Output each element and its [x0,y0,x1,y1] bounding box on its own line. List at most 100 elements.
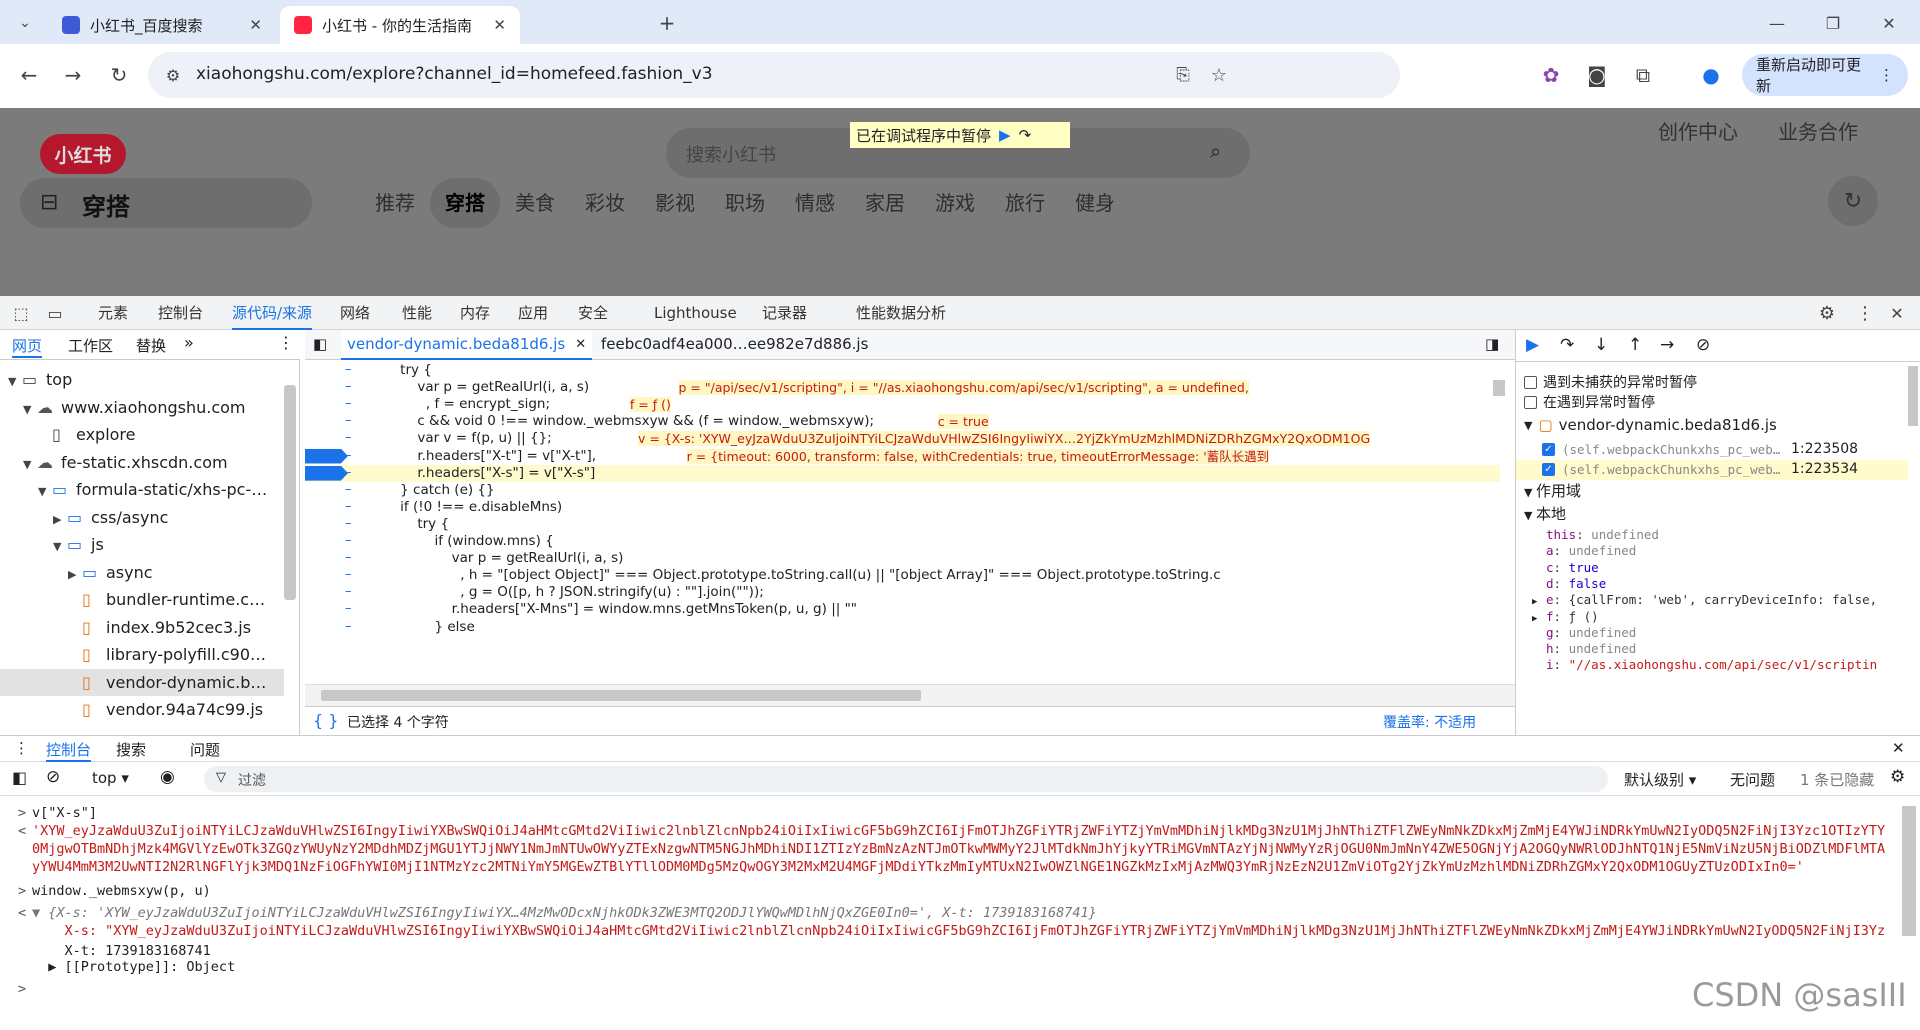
creator-center-link[interactable]: 创作中心 [1658,116,1738,145]
tree-item[interactable]: ▶ ▭ css/async [0,504,284,531]
line-gutter[interactable]: – [345,379,352,394]
deactivate-breakpoints-icon[interactable]: ⊘ [1696,335,1710,355]
scope-var[interactable]: ▶ f: ƒ () [1532,609,1908,624]
tab-search-chevron-icon[interactable]: ⌄ [10,8,40,38]
breakpoint-marker[interactable] [305,465,348,481]
extension-mask-icon[interactable]: ◙ [1580,58,1614,92]
local-scope-header[interactable]: ▼ 本地 [1524,503,1566,524]
scope-var[interactable]: a: undefined [1532,543,1908,558]
devtools-tab-9[interactable]: 记录器 [762,296,807,330]
resume-script-icon[interactable]: ▶ [1526,335,1539,355]
install-app-icon[interactable]: ⎘ [1168,60,1198,90]
resume-icon[interactable]: ▶ [999,126,1011,144]
channel-7[interactable]: 家居 [850,178,920,228]
line-gutter[interactable]: – [345,584,352,599]
line-gutter[interactable]: – [345,567,352,582]
pause-caught-option[interactable]: 在遇到异常时暂停 [1524,392,1655,412]
channel-2[interactable]: 美食 [500,178,570,228]
browser-tab-xiaohongshu[interactable]: 小红书 - 你的生活指南 ✕ [280,6,520,44]
code-hscroll-track[interactable] [305,684,1515,706]
devtools-tab-8[interactable]: Lighthouse [654,296,737,330]
extension-color-icon[interactable]: ✿ [1534,58,1568,92]
channel-10[interactable]: 健身 [1060,178,1130,228]
device-toggle-icon[interactable]: ▭ [42,300,68,326]
live-expression-eye-icon[interactable]: ◉ [160,767,175,787]
search-icon[interactable]: ⌕ [1210,139,1221,163]
line-gutter[interactable]: – [345,499,352,514]
line-gutter[interactable]: – [345,619,352,634]
console-settings-icon[interactable]: ⚙ [1890,767,1905,787]
code-area[interactable]: – try {– var p = getRealUrl(i, a, s) p = … [305,362,1500,702]
scope-var[interactable]: this: undefined [1532,527,1908,542]
browser-tab-baidu[interactable]: 小红书_百度搜索 ✕ [48,6,276,44]
scope-var[interactable]: h: undefined [1532,641,1908,656]
scope-var[interactable]: d: false [1532,576,1908,591]
tree-item[interactable]: ▯ explore [0,421,284,448]
navigator-menu-icon[interactable]: ⋮ [278,333,294,352]
scope-var[interactable]: i: "//as.xiaohongshu.com/api/sec/v1/scri… [1532,657,1908,672]
drawer-close-icon[interactable]: ✕ [1892,739,1905,757]
line-gutter[interactable]: – [345,430,352,445]
devtools-close-icon[interactable]: ✕ [1884,300,1910,326]
breakpoint-row[interactable]: ✓ (self.webpackChunkxhs_pc_web… 1:223534 [1516,460,1908,480]
sidebar-scrollbar[interactable] [1908,366,1918,426]
address-bar[interactable]: ⚙ xiaohongshu.com/explore?channel_id=hom… [148,52,1400,98]
line-gutter[interactable]: – [345,482,352,497]
console-scrollbar[interactable] [1902,806,1916,936]
breakpoint-marker[interactable] [305,448,348,464]
business-link[interactable]: 业务合作 [1778,116,1858,145]
step-icon[interactable]: → [1660,335,1674,355]
expand-icon[interactable]: ▶ [1532,597,1546,607]
coverage-status[interactable]: 覆盖率: 不适用 [1383,712,1476,732]
inspect-icon[interactable]: ⬚ [8,300,34,326]
tree-item[interactable]: ▯ vendor.94a74c99.js [0,696,284,723]
checkbox-unchecked[interactable] [1524,375,1537,389]
channel-0[interactable]: 推荐 [360,178,430,228]
tree-arrow-icon[interactable]: ▼ [38,478,52,505]
site-logo[interactable]: 小红书 [40,134,126,174]
tree-arrow-icon[interactable]: ▼ [8,368,22,395]
sidebar-toggle-icon[interactable]: ◧ [12,768,27,787]
line-gutter[interactable]: – [345,516,352,531]
tab-overrides[interactable]: 替换 [136,335,166,356]
refresh-feed-icon[interactable]: ↻ [1828,176,1878,226]
forward-icon[interactable]: → [56,58,90,92]
code-vscroll[interactable] [1493,380,1505,396]
line-gutter[interactable]: – [345,533,352,548]
tree-arrow-icon[interactable]: ▶ [53,506,67,533]
toggle-navigator-icon[interactable]: ◧ [313,335,327,353]
tab-close-icon[interactable]: ✕ [249,16,262,34]
breakpoint-row[interactable]: ✓ (self.webpackChunkxhs_pc_web… 1:223508 [1516,440,1908,460]
devtools-more-icon[interactable]: ⋮ [1852,300,1878,326]
tab-page[interactable]: 网页 [12,335,43,358]
line-gutter[interactable]: – [345,550,352,565]
tree-arrow-icon[interactable]: ▼ [23,396,37,423]
code-hscroll-thumb[interactable] [321,690,921,701]
devtools-tab-0[interactable]: 元素 [98,296,128,330]
extensions-puzzle-icon[interactable]: ⧉ [1626,58,1660,92]
restore-icon[interactable]: ❐ [1818,8,1848,38]
line-gutter[interactable]: – [345,601,352,616]
channel-3[interactable]: 彩妆 [570,178,640,228]
channel-8[interactable]: 游戏 [920,178,990,228]
reload-icon[interactable]: ↻ [102,58,136,92]
clear-console-icon[interactable]: ⊘ [46,767,60,787]
issues-count[interactable]: 无问题 [1730,769,1775,790]
tree-item[interactable]: ▼ ▭ top [0,366,284,393]
devtools-tab-3[interactable]: 网络 [340,296,370,330]
tab-workspace[interactable]: 工作区 [68,335,113,356]
scope-header[interactable]: ▼ 作用域 [1524,480,1581,501]
pretty-print-icon[interactable]: { } [313,711,338,730]
tree-arrow-icon[interactable]: ▼ [23,451,37,478]
profile-avatar-icon[interactable]: ● [1694,58,1728,92]
file-tab-feebc[interactable]: feebc0adf4ea000…ee982e7d886.js [601,335,868,353]
channel-selector[interactable]: ⊟ 穿搭 [20,178,312,228]
tree-item[interactable]: ▯ vendor-dynamic.b… [0,668,284,696]
scope-var[interactable]: g: undefined [1532,625,1908,640]
devtools-tab-5[interactable]: 内存 [460,296,490,330]
channel-5[interactable]: 职场 [710,178,780,228]
line-gutter[interactable]: – [345,396,352,411]
channel-6[interactable]: 情感 [780,178,850,228]
tree-arrow-icon[interactable]: ▼ [53,533,67,560]
tree-item[interactable]: ▼ ☁ www.xiaohongshu.com [0,394,284,421]
